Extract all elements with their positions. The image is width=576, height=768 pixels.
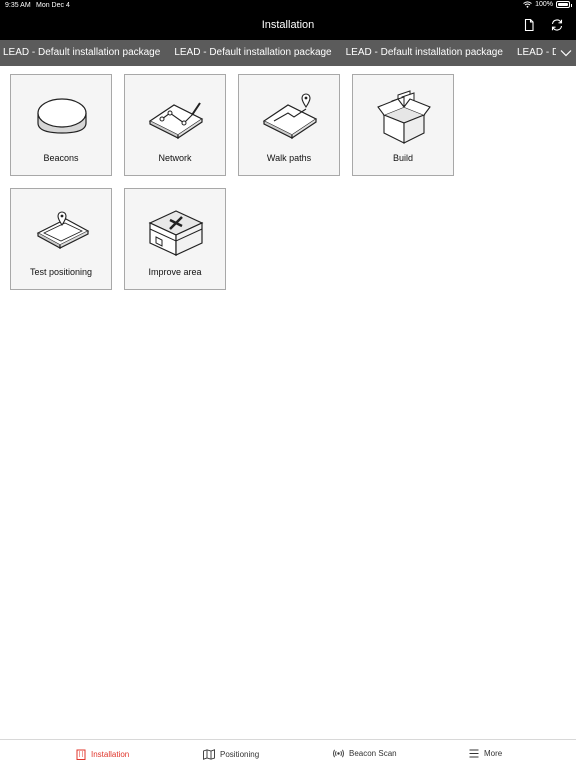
map-icon (203, 749, 215, 760)
tab-installation[interactable]: Installation (76, 749, 129, 760)
status-date: Mon Dec 4 (36, 2, 70, 9)
tile-label: Network (158, 153, 192, 163)
status-right: 100% (523, 1, 572, 8)
chevron-down-icon (560, 50, 572, 57)
battery-percent: 100% (535, 1, 553, 8)
tab-positioning[interactable]: Positioning (203, 749, 259, 760)
test-positioning-tile[interactable]: Test positioning (10, 188, 112, 290)
walk-paths-tile[interactable]: Walk paths (238, 74, 340, 176)
wifi-icon (523, 1, 532, 8)
bottom-tab-bar: Installation Positioning Beacon Scan Mor… (0, 739, 576, 768)
package-tab-strip[interactable]: LEAD - Default installation package LEAD… (0, 40, 576, 66)
tab-more[interactable]: More (469, 749, 502, 758)
package-list: LEAD - Default installation package LEAD… (3, 47, 576, 58)
beacon-icon (37, 98, 87, 134)
refresh-icon[interactable] (550, 18, 564, 32)
tab-label: Positioning (220, 750, 260, 759)
tab-label: Installation (91, 750, 130, 759)
navigation-bar: Installation (0, 12, 576, 40)
page-title: Installation (261, 19, 315, 31)
build-tile[interactable]: Build (352, 74, 454, 176)
build-box-icon (377, 90, 431, 144)
test-positioning-icon (36, 211, 90, 250)
tile-label: Beacons (43, 153, 79, 163)
document-icon[interactable] (522, 18, 536, 32)
beacons-tile[interactable]: Beacons (10, 74, 112, 176)
status-bar: 9:35 AM Mon Dec 4 100% (0, 0, 576, 12)
menu-icon (469, 749, 479, 758)
network-tile[interactable]: Network (124, 74, 226, 176)
tile-label: Walk paths (266, 153, 312, 163)
improve-area-icon (148, 210, 204, 256)
package-tab[interactable]: LEAD - Default installation package (174, 47, 331, 58)
tab-label: More (484, 749, 503, 758)
walk-paths-icon (262, 93, 318, 140)
tab-beacon-scan[interactable]: Beacon Scan (333, 749, 397, 758)
package-dropdown-button[interactable] (556, 40, 576, 66)
tab-label: Beacon Scan (349, 749, 397, 758)
tile-label: Build (392, 153, 413, 163)
beacon-scan-icon (333, 749, 344, 758)
package-tab[interactable]: LEAD - Default installation package (346, 47, 503, 58)
installation-menu-grid: Beacons Network Walk paths Build Test po… (10, 74, 566, 290)
status-time: 9:35 AM (5, 2, 31, 9)
package-tab[interactable]: LEAD - Default installation package (3, 47, 160, 58)
improve-area-tile[interactable]: Improve area (124, 188, 226, 290)
network-icon (148, 102, 204, 140)
tile-label: Improve area (148, 267, 202, 277)
battery-icon (556, 1, 572, 8)
tile-label: Test positioning (29, 267, 93, 277)
building-icon (76, 749, 86, 760)
